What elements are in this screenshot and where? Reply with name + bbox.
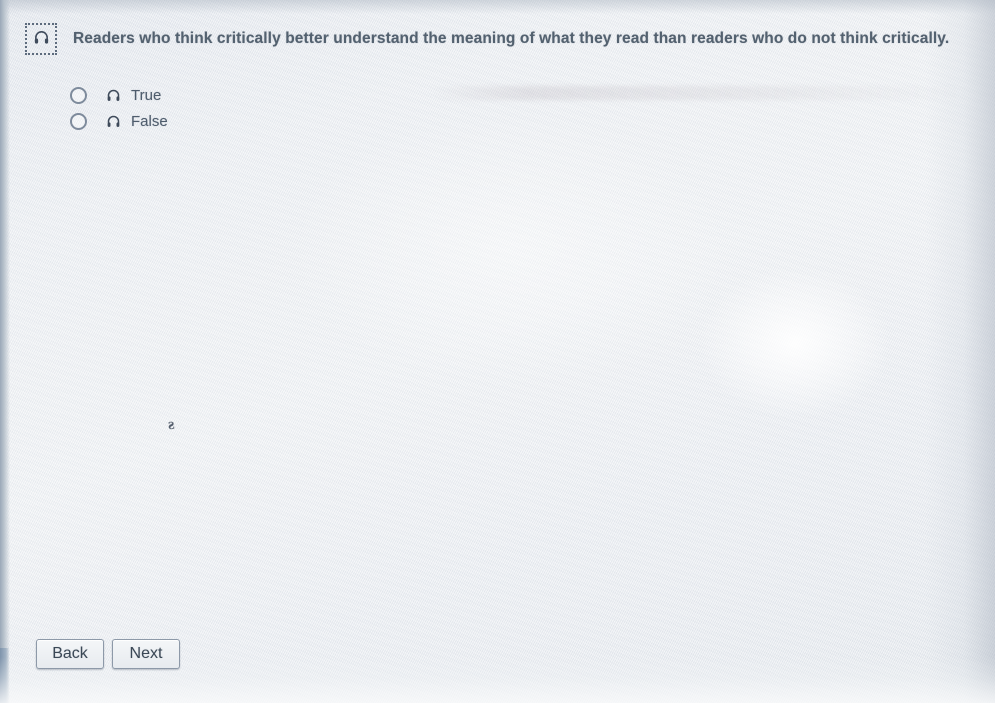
next-button[interactable]: Next [112,639,180,669]
headphone-icon[interactable] [104,86,122,104]
back-button[interactable]: Back [36,639,104,669]
answer-option-label-true: True [131,86,162,104]
navigation-bar: Back Next [36,639,180,669]
screen-photo: Readers who think critically better unde… [0,0,995,703]
answer-option-true[interactable]: True [70,82,168,108]
answer-option-label-false: False [131,112,168,130]
headphone-icon [33,29,50,49]
headphone-icon[interactable] [104,112,122,130]
quiz-content: Readers who think critically better unde… [0,0,995,703]
question-row: Readers who think critically better unde… [25,23,975,55]
text-caret-artifact: ƨ [166,415,176,434]
question-audio-button[interactable] [25,23,57,55]
radio-true[interactable] [70,86,87,104]
answer-options-list: True False [70,82,168,134]
question-text: Readers who think critically better unde… [73,30,950,47]
radio-false[interactable] [70,112,87,130]
answer-option-false[interactable]: False [70,108,168,134]
